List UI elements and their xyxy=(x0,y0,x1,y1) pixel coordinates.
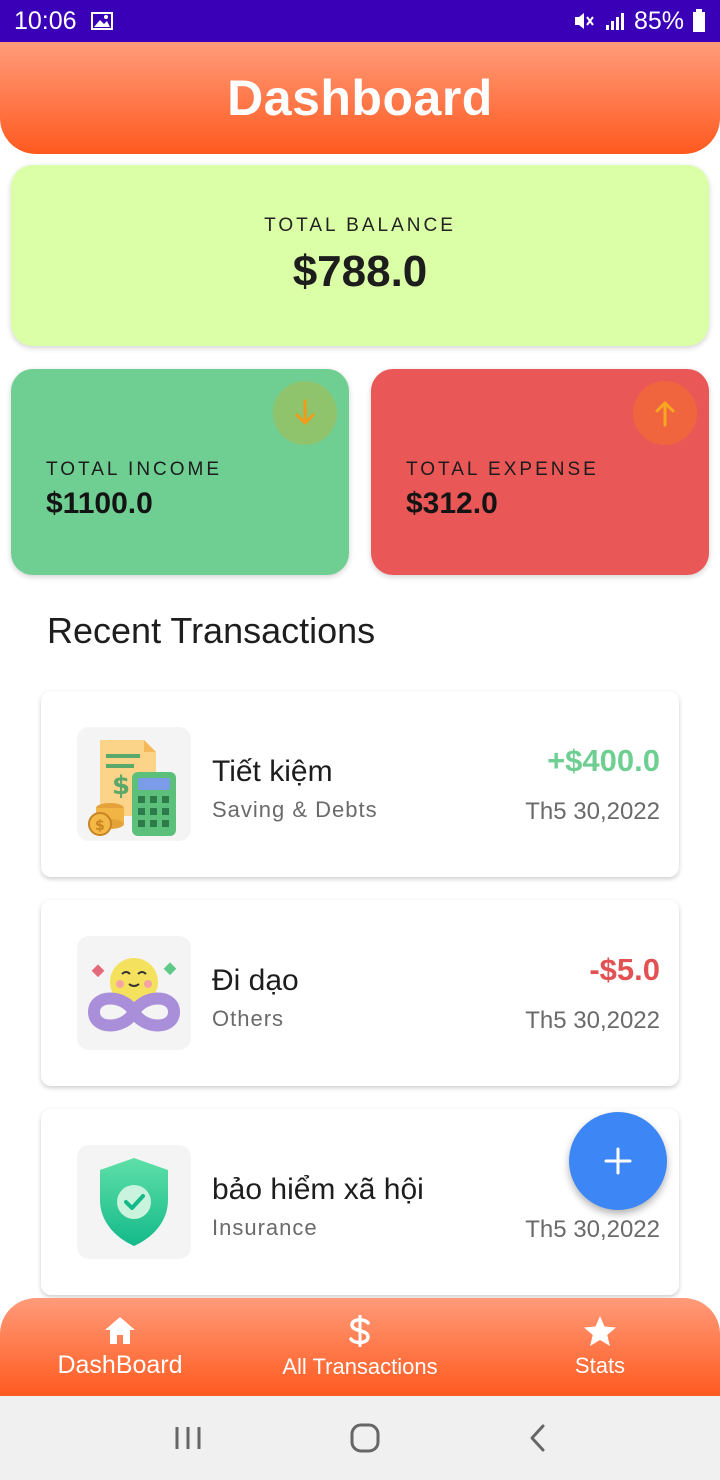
arrow-down-icon xyxy=(273,381,337,445)
gallery-icon xyxy=(90,12,113,30)
total-income-label: TOTAL INCOME xyxy=(46,459,223,480)
savings-calculator-icon: $ $ xyxy=(77,727,191,841)
transaction-name: Đi dạo xyxy=(212,964,299,997)
total-balance-value: $788.0 xyxy=(292,247,428,296)
total-expense-label: TOTAL EXPENSE xyxy=(406,459,599,480)
total-income-card: TOTAL INCOME $1100.0 xyxy=(11,369,349,575)
page-title: Dashboard xyxy=(227,70,493,126)
system-navigation-bar xyxy=(0,1396,720,1480)
add-transaction-button[interactable] xyxy=(569,1112,667,1210)
battery-icon xyxy=(692,9,706,33)
transaction-date: Th5 30,2022 xyxy=(525,1007,660,1034)
dollar-icon xyxy=(349,1315,370,1347)
status-bar: 10:06 85% xyxy=(0,0,720,42)
home-button-icon[interactable] xyxy=(350,1423,380,1453)
transaction-name: bảo hiểm xã hội xyxy=(212,1173,424,1206)
recent-transactions-title: Recent Transactions xyxy=(47,610,376,651)
mute-icon xyxy=(572,10,596,32)
transaction-category: Insurance xyxy=(212,1215,318,1240)
back-icon[interactable] xyxy=(527,1423,547,1453)
home-icon xyxy=(105,1316,135,1344)
transaction-amount: -$5.0 xyxy=(589,952,660,987)
signal-icon xyxy=(604,10,626,32)
transaction-category: Saving & Debts xyxy=(212,797,378,822)
nav-item-all-transactions[interactable]: All Transactions xyxy=(240,1298,480,1396)
nav-label: DashBoard xyxy=(57,1350,183,1379)
star-icon xyxy=(584,1316,616,1346)
bottom-navigation: DashBoard All Transactions Stats xyxy=(0,1298,720,1396)
transaction-amount: +$400.0 xyxy=(547,743,660,778)
app-bar: Dashboard xyxy=(0,42,720,154)
shield-check-icon xyxy=(77,1145,191,1259)
nav-label: All Transactions xyxy=(282,1354,438,1379)
battery-percent: 85% xyxy=(633,6,684,35)
transaction-name: Tiết kiệm xyxy=(212,755,333,788)
transaction-item[interactable]: $ $ Tiết kiệm Saving & Debts +$400.0 Th5… xyxy=(41,691,679,877)
nav-item-stats[interactable]: Stats xyxy=(480,1298,720,1396)
total-balance-label: TOTAL BALANCE xyxy=(264,215,456,236)
total-income-value: $1100.0 xyxy=(46,487,153,520)
status-time: 10:06 xyxy=(14,6,77,35)
svg-text:$: $ xyxy=(95,818,105,834)
transaction-date: Th5 30,2022 xyxy=(525,1216,660,1243)
arrow-up-icon xyxy=(633,381,697,445)
svg-text:$: $ xyxy=(112,771,130,801)
total-expense-value: $312.0 xyxy=(406,487,498,520)
infinity-smiley-icon xyxy=(77,936,191,1050)
transaction-date: Th5 30,2022 xyxy=(525,798,660,825)
total-balance-card: TOTAL BALANCE $788.0 xyxy=(11,165,709,346)
nav-item-dashboard[interactable]: DashBoard xyxy=(0,1298,240,1396)
nav-label: Stats xyxy=(574,1353,626,1378)
recent-apps-icon[interactable] xyxy=(173,1424,203,1452)
transaction-category: Others xyxy=(212,1006,285,1031)
total-expense-card: TOTAL EXPENSE $312.0 xyxy=(371,369,709,575)
plus-icon xyxy=(604,1147,632,1175)
transaction-item[interactable]: Đi dạo Others -$5.0 Th5 30,2022 xyxy=(41,900,679,1086)
